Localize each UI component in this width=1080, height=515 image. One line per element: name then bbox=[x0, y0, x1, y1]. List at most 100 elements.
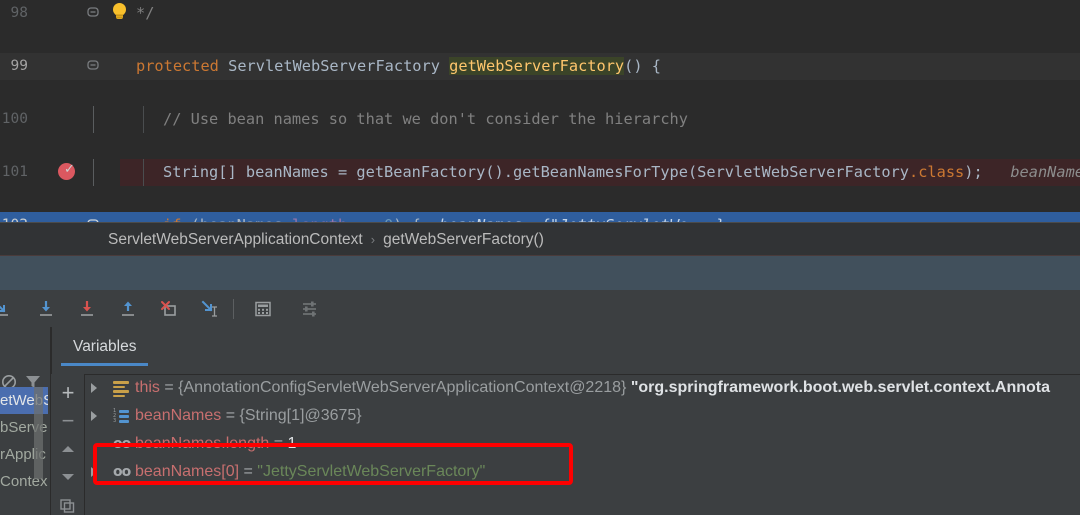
line-comment: // Use bean names so that we don't consi… bbox=[163, 110, 688, 128]
inline-debug-hint: beanNames: {" bbox=[1010, 163, 1080, 181]
editor-gutter[interactable]: 101 ✓ bbox=[0, 159, 120, 186]
add-watch-button[interactable]: + bbox=[57, 380, 79, 405]
step-out-blue-icon bbox=[118, 299, 138, 319]
line-number: 101 bbox=[1, 164, 28, 180]
frames-scrollbar[interactable] bbox=[34, 387, 43, 479]
code-line[interactable]: 100 // Use bean names so that we don't c… bbox=[0, 106, 1080, 133]
fold-region-icon[interactable] bbox=[86, 0, 100, 27]
line-number: 100 bbox=[1, 111, 28, 127]
dot-class-keyword: .class bbox=[908, 163, 965, 181]
variable-text: this = {AnnotationConfigServletWebServer… bbox=[135, 374, 1050, 402]
arrow-down-right-blue-icon bbox=[0, 299, 13, 319]
variable-name: beanNames[0] bbox=[135, 463, 240, 480]
variable-name: beanNames bbox=[135, 407, 222, 424]
indent-guide bbox=[143, 106, 144, 133]
debugger-toolbar[interactable] bbox=[0, 290, 1080, 327]
code-editor[interactable]: 98 */ 99 protected ServletWebServerFacto… bbox=[0, 0, 1080, 222]
toolbar-separator bbox=[233, 298, 234, 319]
variable-value: "JettyServletWebServerFactory" bbox=[257, 463, 486, 480]
editor-gutter[interactable]: 99 bbox=[0, 53, 120, 80]
fold-guide-line bbox=[92, 159, 94, 186]
block-comment-end: */ bbox=[136, 4, 155, 22]
variable-row-beanNames[interactable]: 123 beanNames = {String[1]@3675} bbox=[85, 402, 1080, 430]
show-execution-point-button[interactable] bbox=[0, 294, 18, 324]
minus-icon: − bbox=[61, 408, 75, 433]
tab-active-underline bbox=[61, 363, 149, 366]
breadcrumb-text: ServletWebServerApplicationContext › getWe… bbox=[0, 231, 544, 249]
variable-row-this[interactable]: this = {AnnotationConfigServletWebServer… bbox=[85, 374, 1080, 402]
plus-icon: + bbox=[61, 380, 75, 405]
drop-frame-button[interactable] bbox=[154, 294, 184, 324]
line-number: 99 bbox=[10, 58, 28, 74]
debug-tool-window-header[interactable] bbox=[0, 255, 1080, 290]
move-down-button[interactable] bbox=[57, 468, 79, 490]
variables-tree[interactable]: this = {AnnotationConfigServletWebServer… bbox=[85, 374, 1080, 515]
primitive-icon: oo bbox=[113, 464, 131, 480]
expand-arrow-icon[interactable] bbox=[91, 467, 97, 477]
tab-variables-label: Variables bbox=[73, 338, 137, 355]
editor-gutter[interactable]: 102 bbox=[0, 212, 120, 222]
copy-button[interactable] bbox=[57, 496, 79, 515]
calculator-icon bbox=[253, 299, 273, 319]
debugger-lower-panel: etWebS bServe rApplic Contex Variables +… bbox=[0, 327, 1080, 515]
line-number: 102 bbox=[0, 212, 28, 222]
code-line[interactable]: 98 */ bbox=[0, 0, 1080, 27]
variable-name: this bbox=[135, 379, 160, 396]
settings-button[interactable] bbox=[295, 294, 325, 324]
variable-text: beanNames = {String[1]@3675} bbox=[135, 402, 362, 430]
remove-watch-button[interactable]: − bbox=[57, 408, 79, 433]
chevron-down-icon bbox=[60, 470, 76, 488]
move-up-button[interactable] bbox=[57, 440, 79, 462]
statement-end: ); bbox=[964, 163, 983, 181]
breadcrumb-method[interactable]: getWebServerFactory() bbox=[383, 231, 544, 248]
code-text: if (beanNames.length == 0) { beanNames: … bbox=[163, 212, 725, 222]
variables-panel: Variables + − this = {AnnotationConfigSe… bbox=[50, 327, 1080, 515]
expand-arrow-icon[interactable] bbox=[91, 411, 97, 421]
variable-type: {String[1]@3675} bbox=[239, 407, 362, 424]
drop-frame-red-x-icon bbox=[159, 299, 179, 319]
step-into-button[interactable] bbox=[72, 294, 102, 324]
variable-value: 1 bbox=[287, 435, 297, 452]
breakpoint-verified-icon[interactable]: ✓ bbox=[58, 162, 76, 181]
code-line-current[interactable]: 102 if (beanNames.length == 0) { beanNam… bbox=[0, 212, 1080, 222]
breadcrumb-class[interactable]: ServletWebServerApplicationContext bbox=[108, 231, 363, 248]
step-out-button[interactable] bbox=[113, 294, 143, 324]
run-to-cursor-icon bbox=[200, 299, 220, 319]
variables-tabbar[interactable]: Variables bbox=[51, 327, 1080, 374]
code-text: protected ServletWebServerFactory getWeb… bbox=[136, 53, 661, 80]
declaration-text: String[] beanNames = getBeanFactory().ge… bbox=[163, 163, 909, 181]
equals-sign: = bbox=[239, 463, 258, 480]
editor-gutter[interactable]: 98 bbox=[0, 0, 126, 27]
variable-type: {AnnotationConfigServletWebServerApplica… bbox=[178, 379, 627, 396]
step-over-button[interactable] bbox=[31, 294, 61, 324]
editor-gutter[interactable]: 100 bbox=[0, 106, 120, 133]
breadcrumb[interactable]: ServletWebServerApplicationContext › getWe… bbox=[0, 222, 1080, 256]
method-paren: () { bbox=[624, 57, 661, 75]
array-icon: 123 bbox=[113, 409, 129, 424]
expand-arrow-icon[interactable] bbox=[91, 383, 97, 393]
indent-guide bbox=[143, 159, 144, 186]
variable-name: beanNames.length bbox=[135, 435, 270, 452]
code-line[interactable]: 99 protected ServletWebServerFactory get… bbox=[0, 53, 1080, 80]
method-name-highlighted: getWebServerFactory bbox=[449, 57, 625, 75]
primitive-icon: oo bbox=[113, 436, 131, 452]
fold-region-icon[interactable] bbox=[86, 53, 100, 80]
variable-row-beanNames-0[interactable]: oo beanNames[0] = "JettyServletWebServer… bbox=[85, 458, 1080, 486]
step-over-blue-icon bbox=[36, 299, 56, 319]
chevron-up-icon bbox=[60, 442, 76, 460]
code-line[interactable]: 101 ✓ String[] beanNames = getBeanFactor… bbox=[0, 159, 1080, 186]
variable-row-beanNames-length[interactable]: oo beanNames.length = 1 bbox=[85, 430, 1080, 458]
fold-region-icon[interactable] bbox=[86, 212, 100, 222]
evaluate-expression-button[interactable] bbox=[248, 294, 278, 324]
tab-variables[interactable]: Variables bbox=[61, 335, 149, 366]
lightbulb-icon[interactable] bbox=[110, 3, 130, 23]
variables-toolbar[interactable]: + − bbox=[51, 374, 85, 515]
line-number: 98 bbox=[10, 5, 28, 21]
code-text: // Use bean names so that we don't consi… bbox=[163, 106, 688, 133]
code-text: String[] beanNames = getBeanFactory().ge… bbox=[163, 159, 1080, 186]
object-icon bbox=[113, 381, 129, 397]
copy-icon bbox=[60, 497, 76, 515]
equals-sign: = bbox=[269, 435, 288, 452]
run-to-cursor-button[interactable] bbox=[195, 294, 225, 324]
keyword-protected: protected bbox=[136, 57, 219, 75]
